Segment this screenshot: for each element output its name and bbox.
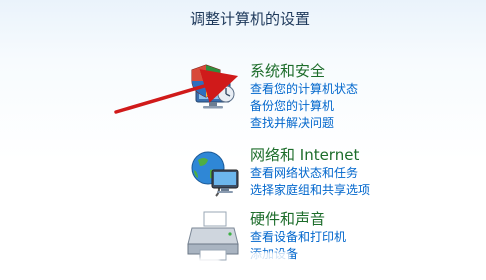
link-find-fix-problems[interactable]: 查找并解决问题: [250, 115, 358, 132]
link-view-devices-printers[interactable]: 查看设备和打印机: [250, 229, 346, 246]
shield-computer-icon[interactable]: [186, 62, 242, 118]
category-title-hardware-sound[interactable]: 硬件和声音: [250, 210, 346, 229]
link-view-computer-status[interactable]: 查看您的计算机状态: [250, 81, 358, 98]
category-title-system-security[interactable]: 系统和安全: [250, 62, 358, 81]
watermark-overlay: [250, 252, 290, 274]
category-text: 系统和安全 查看您的计算机状态 备份您的计算机 查找并解决问题: [250, 62, 358, 132]
link-view-network-status[interactable]: 查看网络状态和任务: [250, 165, 370, 182]
page-title: 调整计算机的设置: [190, 10, 311, 28]
watermark-overlay: [190, 258, 220, 276]
category-title-network-internet[interactable]: 网络和 Internet: [250, 146, 370, 165]
link-homegroup-sharing[interactable]: 选择家庭组和共享选项: [250, 182, 370, 199]
link-backup-computer[interactable]: 备份您的计算机: [250, 98, 358, 115]
control-panel-page: [0, 0, 486, 280]
category-text: 网络和 Internet 查看网络状态和任务 选择家庭组和共享选项: [250, 146, 370, 199]
globe-network-icon[interactable]: [186, 146, 242, 202]
